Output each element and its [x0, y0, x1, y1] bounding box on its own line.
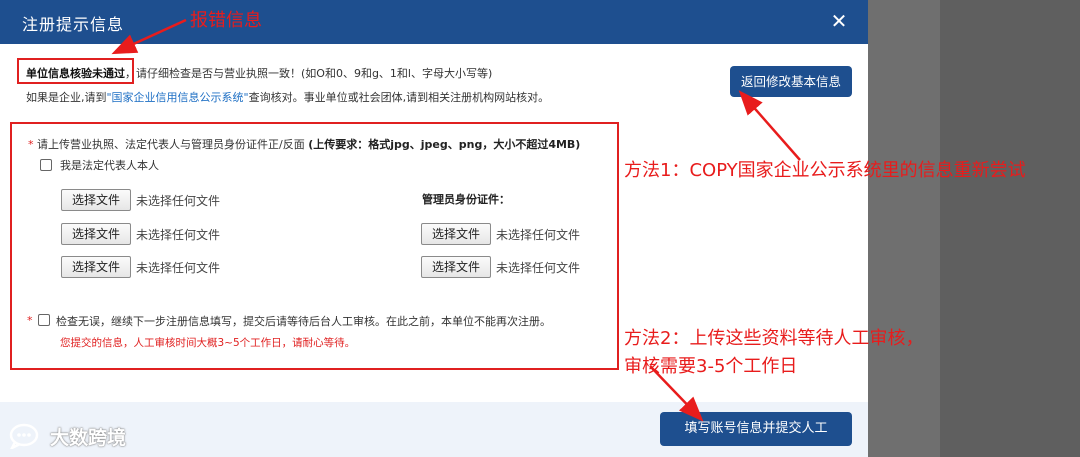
- back-to-edit-button[interactable]: 返回修改基本信息: [730, 66, 852, 97]
- credit-system-link[interactable]: "国家企业信用信息公示系统": [107, 91, 249, 104]
- error-headline: 单位信息核验未通过: [26, 67, 125, 80]
- choose-file-button[interactable]: 选择文件: [61, 223, 131, 245]
- error-message: 单位信息核验未通过，请仔细检查是否与营业执照一致！(如O和0、9和g、1和l、字…: [26, 65, 492, 81]
- choose-file-button[interactable]: 选择文件: [61, 256, 131, 278]
- upload-requirement: * 请上传营业执照、法定代表人与管理员身份证件正/反面 (上传要求：格式jpg、…: [28, 136, 580, 152]
- verification-hint: 如果是企业,请到"国家企业信用信息公示系统"查询核对。事业单位或社会团体,请到相…: [26, 89, 549, 105]
- annotation-method2-line1: 方法2：上传这些资料等待人工审核，: [624, 328, 924, 349]
- hint-suffix: 查询核对。事业单位或社会团体,请到相关注册机构网站核对。: [248, 91, 550, 104]
- error-detail: ，请仔细检查是否与营业执照一致！(如O和0、9和g、1和l、字母大小写等): [125, 67, 493, 80]
- watermark: 大数跨境: [8, 422, 126, 450]
- annotation-method2-line2: 审核需要3-5个工作日: [624, 356, 798, 377]
- admin-id-label: 管理员身份证件：: [422, 193, 510, 206]
- watermark-text: 大数跨境: [50, 426, 127, 449]
- upload-requirement-text: 请上传营业执照、法定代表人与管理员身份证件正/反面: [37, 138, 305, 151]
- file-status: 未选择任何文件: [136, 261, 221, 275]
- hint-prefix: 如果是企业,请到: [26, 91, 107, 104]
- choose-file-button[interactable]: 选择文件: [421, 223, 491, 245]
- required-star: *: [28, 138, 34, 151]
- file-status: 未选择任何文件: [136, 194, 221, 208]
- file-status: 未选择任何文件: [496, 228, 581, 242]
- page-backdrop-stripe: [940, 0, 1080, 457]
- file-status: 未选择任何文件: [496, 261, 581, 275]
- required-star: *: [27, 314, 33, 327]
- confirm-checkbox[interactable]: [38, 314, 50, 326]
- annotation-method1: 方法1：COPY国家企业公示系统里的信息重新尝试: [624, 160, 1026, 181]
- dialog-title: 注册提示信息: [22, 15, 125, 34]
- dialog-header: 注册提示信息 ✕: [0, 0, 868, 44]
- annotation-error-label: 报错信息: [190, 10, 262, 31]
- choose-file-button[interactable]: 选择文件: [421, 256, 491, 278]
- upload-format-requirement: (上传要求：格式jpg、jpeg、png，大小不超过4MB): [308, 138, 581, 151]
- file-status: 未选择任何文件: [136, 228, 221, 242]
- registration-notice-dialog: 注册提示信息 ✕ 单位信息核验未通过，请仔细检查是否与营业执照一致！(如O和0、…: [0, 0, 868, 457]
- legal-rep-checkbox[interactable]: [40, 159, 52, 171]
- choose-file-button[interactable]: 选择文件: [61, 189, 131, 211]
- legal-rep-label: 我是法定代表人本人: [60, 159, 159, 172]
- review-time-warning: 您提交的信息，人工审核时间大概3~5个工作日，请耐心等待。: [60, 337, 356, 349]
- chat-bubble-logo-icon: [9, 423, 39, 449]
- confirm-text: 检查无误，继续下一步注册信息填写，提交后请等待后台人工审核。在此之前，本单位不能…: [56, 315, 551, 328]
- submit-for-review-button[interactable]: 填写账号信息并提交人工: [660, 412, 852, 446]
- close-icon[interactable]: ✕: [826, 8, 852, 34]
